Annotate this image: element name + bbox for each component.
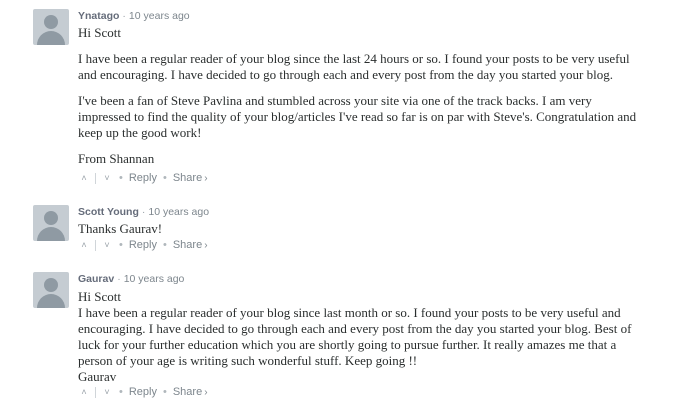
comment-actions: ˄ ˅ • Reply • Share › <box>78 172 208 184</box>
share-button[interactable]: Share › <box>173 386 208 398</box>
share-label: Share <box>172 239 203 251</box>
comment-meta: Gaurav · 10 years ago <box>78 273 184 285</box>
avatar-shoulders-shape <box>37 294 65 308</box>
comment-body: Hi Scott I have been a regular reader of… <box>78 289 644 385</box>
comment-paragraph: Thanks Gaurav! <box>78 221 163 236</box>
comment-paragraph: I have been a regular reader of your blo… <box>78 51 630 82</box>
avatar-shoulders-shape <box>37 31 65 45</box>
comment-actions: ˄ ˅ • Reply • Share › <box>78 386 208 398</box>
chevron-right-icon: › <box>204 173 208 184</box>
avatar-head-shape <box>44 211 58 225</box>
downvote-icon[interactable]: ˅ <box>101 387 113 397</box>
avatar[interactable] <box>33 205 69 241</box>
chevron-right-icon: › <box>204 387 208 398</box>
share-label: Share <box>172 386 203 398</box>
reply-button[interactable]: Reply <box>129 386 157 398</box>
action-separator: • <box>119 239 123 251</box>
reply-button[interactable]: Reply <box>129 172 157 184</box>
vote-divider <box>95 172 96 184</box>
comment-actions: ˄ ˅ • Reply • Share › <box>78 239 208 251</box>
action-separator: • <box>119 386 123 398</box>
downvote-icon[interactable]: ˅ <box>101 173 113 183</box>
comment-body: Hi Scott I have been a regular reader of… <box>78 25 644 167</box>
chevron-right-icon: › <box>204 240 208 251</box>
comment-timestamp[interactable]: 10 years ago <box>129 10 190 22</box>
meta-separator: · <box>141 206 146 218</box>
upvote-icon[interactable]: ˄ <box>78 387 90 397</box>
avatar-shoulders-shape <box>37 227 65 241</box>
comment-meta: Ynatago · 10 years ago <box>78 10 190 22</box>
upvote-icon[interactable]: ˄ <box>78 173 90 183</box>
comment-paragraph: Gaurav <box>78 369 117 384</box>
vote-divider <box>95 386 96 398</box>
avatar[interactable] <box>33 9 69 45</box>
avatar-head-shape <box>44 15 58 29</box>
upvote-icon[interactable]: ˄ <box>78 240 90 250</box>
action-separator: • <box>162 386 167 398</box>
downvote-icon[interactable]: ˅ <box>101 240 113 250</box>
comment-body: Thanks Gaurav! <box>78 221 644 237</box>
avatar[interactable] <box>33 272 69 308</box>
meta-separator: · <box>122 10 126 22</box>
share-button[interactable]: Share › <box>173 239 208 251</box>
action-separator: • <box>119 172 123 184</box>
comment-paragraph: I have been a regular reader of your blo… <box>78 305 632 368</box>
reply-button[interactable]: Reply <box>129 239 157 251</box>
action-separator: • <box>162 239 167 251</box>
action-separator: • <box>162 172 167 184</box>
comment-meta: Scott Young · 10 years ago <box>78 206 209 218</box>
comment-paragraph: I've been a fan of Steve Pavlina and stu… <box>78 93 637 140</box>
vote-divider <box>95 239 96 251</box>
comment-paragraph: Hi Scott <box>78 25 121 40</box>
comment-author[interactable]: Gaurav <box>78 273 114 285</box>
share-label: Share <box>172 172 203 184</box>
comment-timestamp[interactable]: 10 years ago <box>124 273 185 285</box>
avatar-head-shape <box>44 278 58 292</box>
meta-separator: · <box>117 273 121 285</box>
comment-paragraph: From Shannan <box>78 151 155 166</box>
comment-timestamp[interactable]: 10 years ago <box>148 206 209 218</box>
share-button[interactable]: Share › <box>173 172 208 184</box>
comment-author[interactable]: Scott Young <box>78 206 139 218</box>
comment-author[interactable]: Ynatago <box>78 10 119 22</box>
comment-paragraph: Hi Scott <box>78 289 121 304</box>
